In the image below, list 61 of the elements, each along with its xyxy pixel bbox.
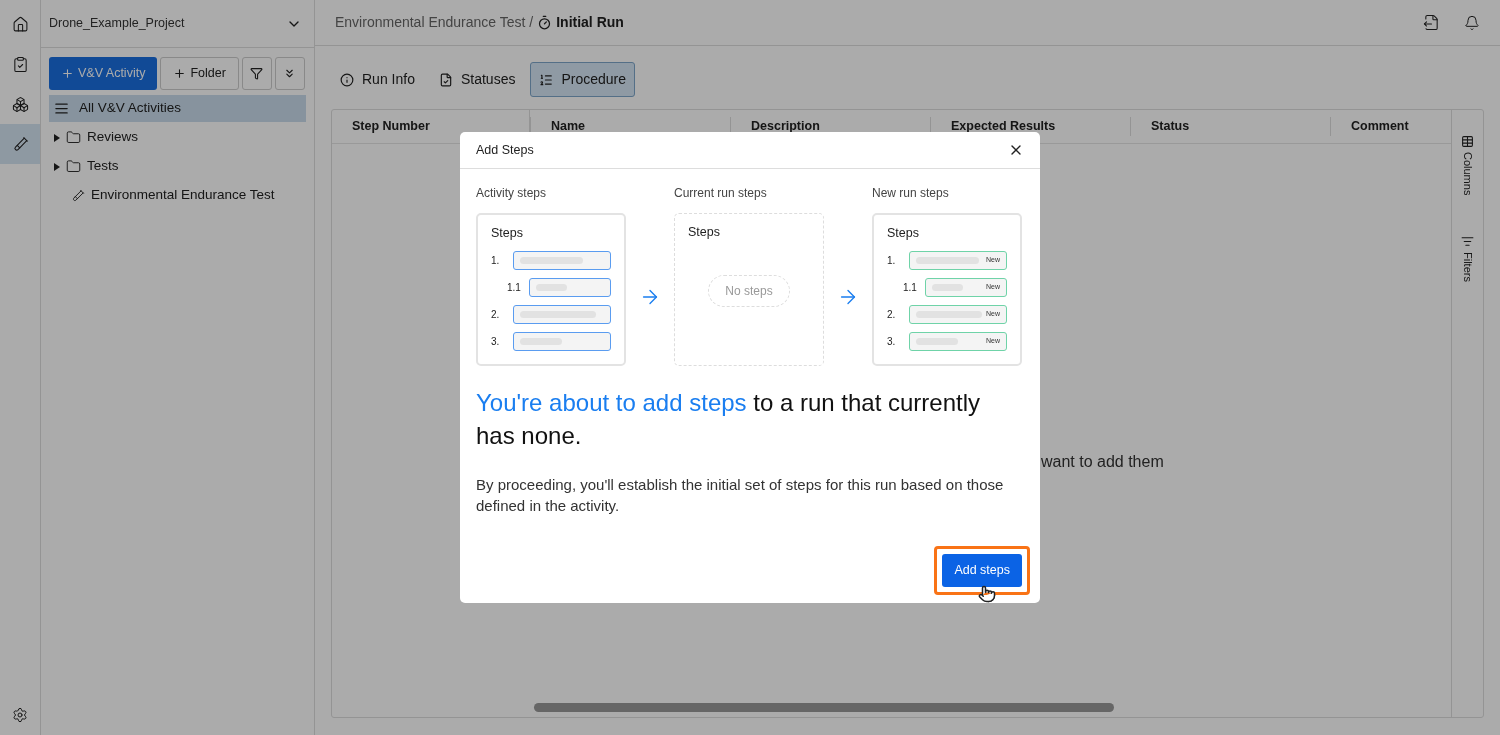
step-number: 3.	[491, 334, 501, 349]
filter-lines-icon	[1461, 235, 1474, 249]
empty-message: want to add them	[1041, 453, 1164, 470]
column-header[interactable]: Status	[1130, 117, 1190, 136]
tree-label: All V&V Activities	[79, 99, 182, 118]
side-panel-tab[interactable]: Filters	[1459, 235, 1476, 283]
step-number: 1.1	[507, 280, 522, 295]
card-title: Steps	[491, 225, 524, 242]
info-icon	[340, 72, 354, 87]
settings-icon[interactable]	[12, 707, 28, 723]
table-icon	[1461, 135, 1474, 148]
tree-item[interactable]: Tests	[49, 153, 306, 180]
dialog-headline: You're about to add steps to a run that currently has none.	[475, 388, 982, 451]
tree-label: Tests	[87, 157, 119, 176]
tree-item[interactable]: Environmental Endurance Test	[49, 182, 306, 209]
numbered-list-icon	[539, 72, 554, 87]
panel-label: Current run steps	[674, 185, 768, 202]
column-header[interactable]: Step Number	[332, 117, 430, 136]
new-activity-button[interactable]: V&V Activity	[49, 57, 158, 90]
plus-icon	[173, 67, 187, 80]
dialog-description: By proceeding, you'll establish the initial set of steps for this run based on those defined in the activity.	[475, 475, 1005, 516]
step-number: 2.	[887, 307, 897, 322]
side-panel-tab[interactable]: Columns	[1459, 135, 1476, 196]
rail-item[interactable]	[0, 124, 40, 164]
step-number: 3.	[887, 334, 897, 349]
project-name[interactable]: Drone_Example_Project	[49, 14, 185, 33]
tree-label: Reviews	[87, 128, 138, 147]
home-icon	[11, 15, 29, 33]
clipboard-icon	[11, 55, 29, 73]
step-number: 1.1	[903, 280, 918, 295]
card-title: Steps	[887, 225, 920, 242]
tab[interactable]: Statuses	[429, 62, 525, 97]
export-icon[interactable]	[1423, 14, 1440, 31]
tab[interactable]: Run Info	[331, 62, 424, 97]
card-title: Steps	[688, 224, 721, 241]
folder-icon	[66, 130, 81, 145]
column-header[interactable]: Comment	[1330, 117, 1409, 136]
cubes-icon	[11, 95, 29, 113]
add-steps-button[interactable]: Add steps	[942, 554, 1022, 587]
filter-button[interactable]	[241, 57, 272, 90]
dialog-title: Add Steps	[476, 141, 534, 159]
tree-label: Environmental Endurance Test	[91, 186, 275, 205]
panel-label: New run steps	[872, 185, 950, 202]
file-check-icon	[438, 72, 453, 87]
breadcrumb-link[interactable]: Environmental Endurance Test /	[335, 12, 534, 33]
step-number: 2.	[491, 307, 501, 322]
tab[interactable]: Procedure	[530, 62, 635, 97]
step-number: 1.	[887, 253, 897, 268]
new-folder-button[interactable]: Folder	[160, 57, 239, 90]
panel-label: Activity steps	[476, 185, 548, 202]
list-icon	[54, 101, 69, 116]
filter-icon	[250, 67, 264, 80]
page-title: Initial Run	[556, 13, 624, 32]
tree-item[interactable]: All V&V Activities	[49, 95, 306, 122]
notification-icon[interactable]	[1464, 14, 1480, 31]
plus-icon	[61, 67, 74, 80]
folder-icon	[66, 159, 81, 174]
step-number: 1.	[491, 253, 501, 268]
scrollbar-thumb[interactable]	[534, 702, 1114, 712]
tree-item[interactable]: Reviews	[49, 124, 306, 151]
timer-icon	[537, 15, 553, 30]
